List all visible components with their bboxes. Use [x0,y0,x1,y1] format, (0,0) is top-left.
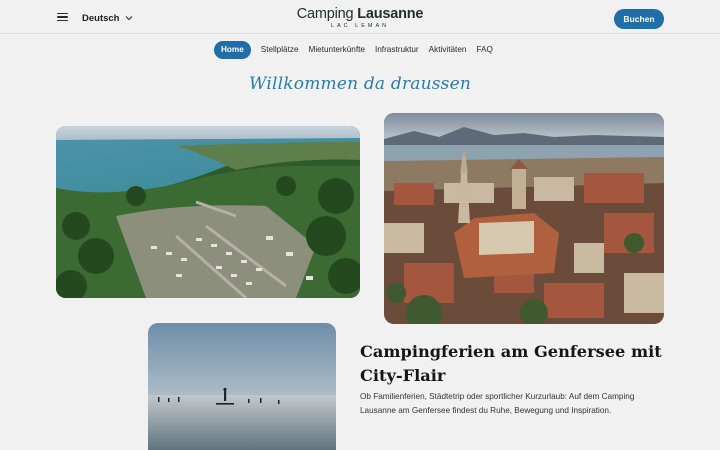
top-bar: Deutsch Camping Lausanne LAC LEMAN Buche… [0,0,720,34]
nav-item-infrastruktur[interactable]: Infrastruktur [375,41,419,59]
chevron-down-icon [126,16,133,21]
logo-subtitle: LAC LEMAN [330,23,390,29]
nav-item-stellplaetze[interactable]: Stellplätze [261,41,299,59]
logo-wordmark: Camping Lausanne [240,6,480,22]
language-label: Deutsch [82,12,120,24]
section-description: Ob Familienferien, Städtetrip oder sport… [360,392,635,415]
lausanne-cathedral-photo [384,113,664,324]
section-headline: Campingferien am Genfersee mit City-Flai… [360,342,662,385]
logo-word-lausanne: Lausanne [357,6,424,22]
nav-item-mietunterkuenfte[interactable]: Mietunterkünfte [309,41,365,59]
site-logo[interactable]: Camping Lausanne LAC LEMAN [240,6,480,30]
logo-word-camping: Camping [296,6,358,22]
language-selector[interactable]: Deutsch [82,10,133,26]
welcome-script-title: Willkommen da draussen [248,74,472,94]
book-button[interactable]: Buchen [614,9,664,29]
nav-item-faq[interactable]: FAQ [476,41,492,59]
hamburger-menu-icon[interactable] [57,13,68,21]
nav-item-aktivitaeten[interactable]: Aktivitäten [429,41,467,59]
main-nav: Home Stellplätze Mietunterkünfte Infrast… [214,41,493,59]
campsite-aerial-photo [56,126,360,298]
paddleboard-lake-photo [148,323,336,450]
nav-item-home[interactable]: Home [214,41,251,59]
